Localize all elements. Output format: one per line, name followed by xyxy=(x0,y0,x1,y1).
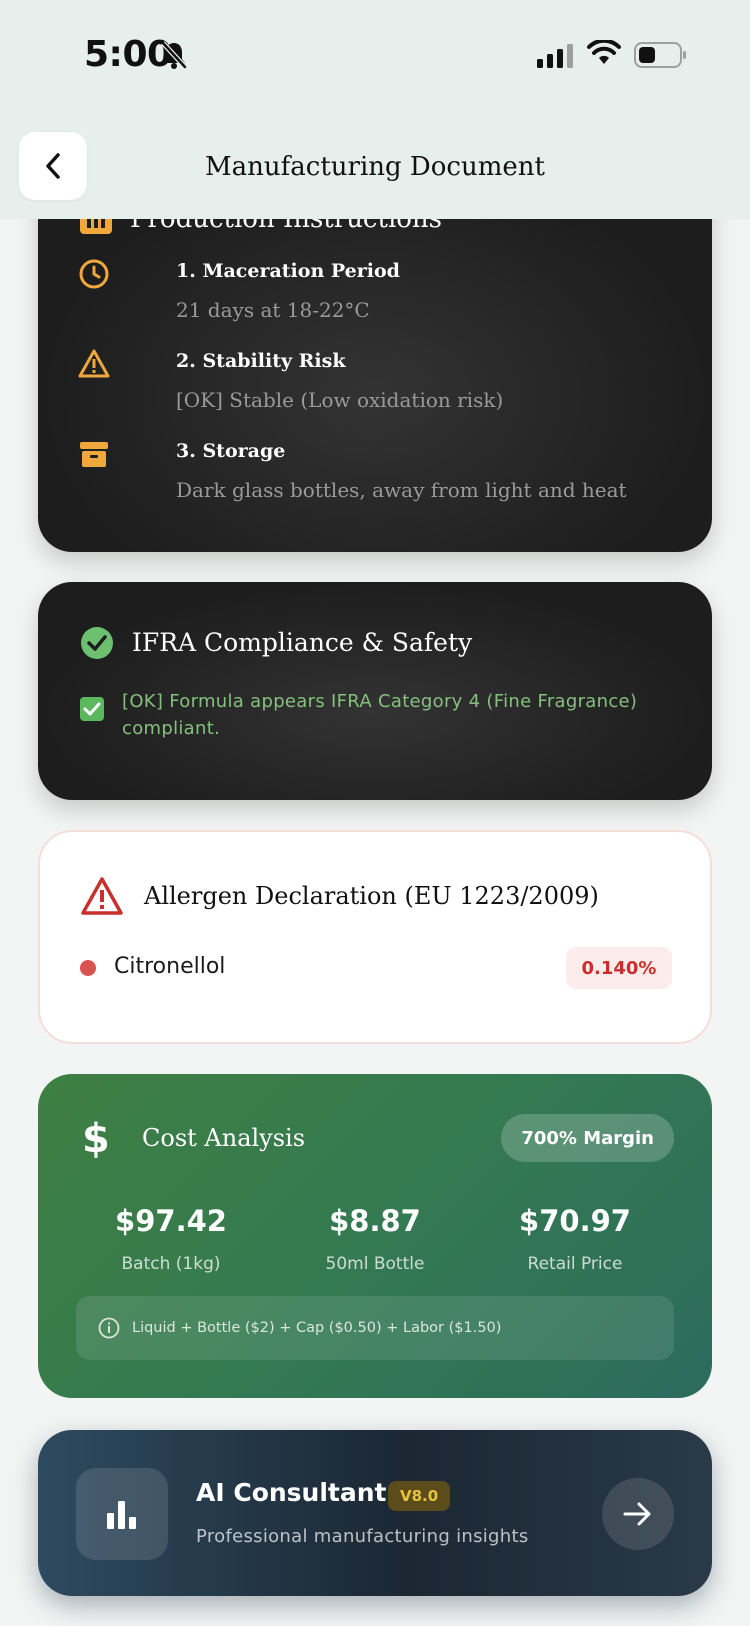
clock-icon xyxy=(79,259,109,289)
warning-icon xyxy=(81,877,123,915)
open-ai-consultant-button[interactable] xyxy=(602,1478,674,1550)
archive-box-icon xyxy=(80,442,108,467)
instruction-title: 2. Stability Risk xyxy=(176,350,346,372)
allergen-title: Allergen Declaration (EU 1223/2009) xyxy=(144,882,599,910)
ifra-message: [OK] Formula appears IFRA Category 4 (Fi… xyxy=(122,691,638,739)
instruction-desc: 21 days at 18-22°C xyxy=(176,298,370,322)
ai-subtitle: Professional manufacturing insights xyxy=(196,1526,529,1547)
metric-label: 50ml Bottle xyxy=(325,1254,425,1274)
allergen-name: Citronellol xyxy=(114,954,226,979)
page-title: Manufacturing Document xyxy=(205,152,545,182)
ifra-compliance-card: IFRA Compliance & Safety [OK] Formula ap… xyxy=(38,582,712,800)
metric-bottle: $8.87 50ml Bottle xyxy=(275,1204,475,1274)
instruction-item-storage: 3. Storage Dark glass bottles, away from… xyxy=(78,438,698,508)
battery-icon xyxy=(634,42,686,68)
instruction-title: 1. Maceration Period xyxy=(176,260,400,282)
status-time: 5:00 xyxy=(84,34,172,75)
metric-value: $8.87 xyxy=(329,1204,421,1238)
instruction-desc: Dark glass bottles, away from light and … xyxy=(176,478,627,502)
wifi-icon xyxy=(587,40,621,64)
metric-batch: $97.42 Batch (1kg) xyxy=(71,1204,271,1274)
ifra-title: IFRA Compliance & Safety xyxy=(132,628,473,657)
dollar-icon: $ xyxy=(82,1116,110,1162)
margin-badge: 700% Margin xyxy=(501,1114,674,1162)
metric-retail: $70.97 Retail Price xyxy=(475,1204,675,1274)
version-badge: V8.0 xyxy=(388,1481,451,1511)
warning-icon xyxy=(78,349,110,378)
instruction-item-stability: 2. Stability Risk [OK] Stable (Low oxida… xyxy=(78,348,698,418)
bar-chart-icon xyxy=(107,1501,136,1529)
info-icon xyxy=(98,1317,120,1339)
top-bar: 5:00 Manufacturing Document xyxy=(0,0,750,219)
instruction-desc: [OK] Stable (Low oxidation risk) xyxy=(176,388,504,412)
ai-title: AI Consultant xyxy=(196,1478,387,1507)
metric-value: $70.97 xyxy=(519,1204,631,1238)
metric-label: Batch (1kg) xyxy=(121,1254,221,1274)
cellular-signal-icon xyxy=(537,44,573,68)
cost-analysis-card: $ Cost Analysis 700% Margin $97.42 Batch… xyxy=(38,1074,712,1398)
instruction-title: 3. Storage xyxy=(176,440,286,462)
arrow-right-icon xyxy=(623,1502,651,1526)
cost-note-text: Liquid + Bottle ($2) + Cap ($0.50) + Lab… xyxy=(132,1320,502,1336)
status-dot xyxy=(80,960,96,976)
metric-label: Retail Price xyxy=(527,1254,623,1274)
cost-title: Cost Analysis xyxy=(142,1124,306,1152)
allergen-percent-badge: 0.140% xyxy=(566,947,672,989)
metric-value: $97.42 xyxy=(115,1204,227,1238)
checkbox-checked-icon xyxy=(80,697,104,721)
check-circle-icon xyxy=(81,627,113,659)
ai-consultant-card[interactable]: AI Consultant V8.0 Professional manufact… xyxy=(38,1430,712,1596)
ai-icon-box xyxy=(76,1468,168,1560)
bell-slash-icon xyxy=(161,41,187,69)
instruction-item-maceration: 1. Maceration Period 21 days at 18-22°C xyxy=(78,258,698,328)
allergen-declaration-card: Allergen Declaration (EU 1223/2009) Citr… xyxy=(38,830,712,1044)
cost-breakdown-note: Liquid + Bottle ($2) + Cap ($0.50) + Lab… xyxy=(76,1296,674,1360)
